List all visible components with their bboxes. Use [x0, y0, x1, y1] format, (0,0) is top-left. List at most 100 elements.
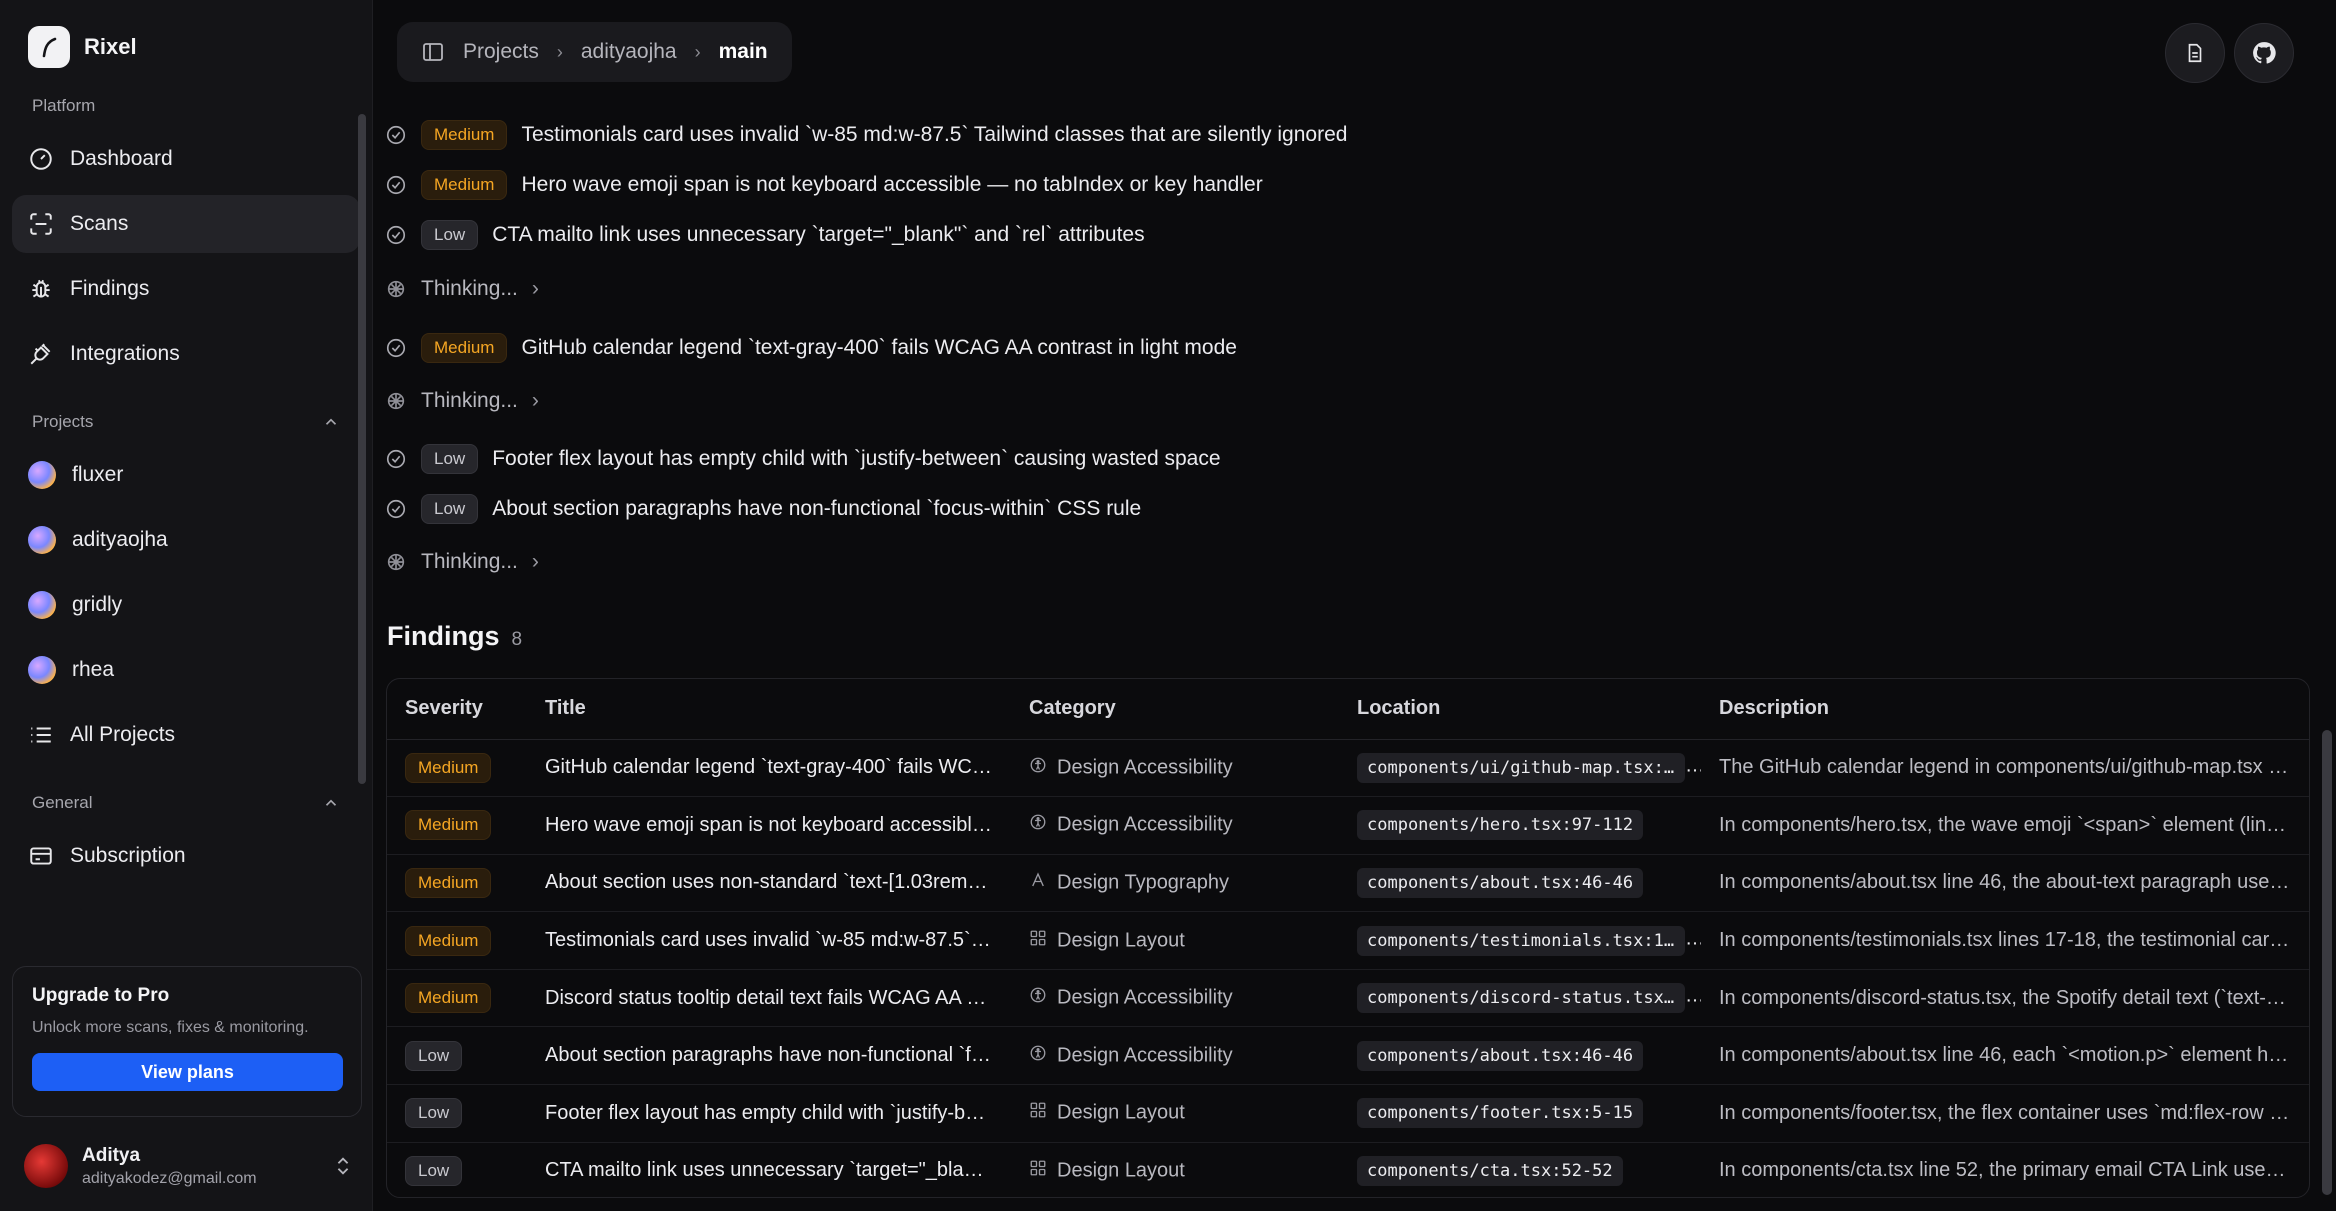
sidebar-item-project-fluxer[interactable]: fluxer	[12, 446, 360, 504]
sidebar-item-all-projects[interactable]: All Projects	[12, 706, 360, 764]
breadcrumb-branch[interactable]: main	[719, 40, 768, 64]
finding-location[interactable]: components/testimonials.tsx:17-18	[1357, 925, 1685, 956]
finding-title: Discord status tooltip detail text fails…	[527, 969, 1011, 1028]
finding-location[interactable]: components/about.tsx:46-46	[1357, 1040, 1644, 1071]
accessibility-icon	[1029, 1044, 1047, 1068]
sidebar-item-project-adityaojha[interactable]: adityaojha	[12, 511, 360, 569]
check-circle-icon	[386, 125, 406, 145]
projects-label: Projects	[32, 412, 94, 431]
chevron-right-icon[interactable]: ›	[532, 550, 539, 574]
sidebar-item-label: Scans	[70, 212, 129, 235]
sidebar-scrollbar[interactable]	[358, 114, 366, 784]
sidebar-item-subscription[interactable]: Subscription	[12, 827, 360, 885]
column-header[interactable]: Category	[1011, 679, 1339, 740]
column-header[interactable]: Description	[1701, 679, 2309, 740]
log-finding: Low CTA mailto link uses unnecessary `ta…	[385, 220, 1145, 250]
layout-icon	[1029, 1101, 1047, 1125]
chevron-up-icon[interactable]	[322, 794, 340, 812]
github-button[interactable]	[2234, 23, 2294, 83]
finding-description: The GitHub calendar legend in components…	[1701, 739, 2309, 798]
accessibility-icon	[1029, 813, 1047, 837]
log-finding: Medium Hero wave emoji span is not keybo…	[385, 170, 1263, 200]
upgrade-subtitle: Unlock more scans, fixes & monitoring.	[32, 1019, 309, 1036]
user-menu[interactable]: Aditya adityakodez@gmail.com	[24, 1138, 354, 1194]
project-avatar	[28, 656, 56, 684]
findings-count: 8	[511, 629, 523, 650]
category-label: Design Accessibility	[1057, 986, 1233, 1009]
log-thinking[interactable]: Thinking... ›	[385, 389, 539, 413]
log-text: CTA mailto link uses unnecessary `target…	[492, 223, 1145, 246]
project-avatar	[28, 526, 56, 554]
main-content: Projects › adityaojha › main Medium Test…	[373, 0, 2336, 1211]
breadcrumb-project[interactable]: adityaojha	[581, 40, 677, 64]
typography-icon	[1029, 871, 1047, 895]
user-email: adityakodez@gmail.com	[82, 1169, 257, 1187]
chevron-right-icon[interactable]: ›	[532, 389, 539, 413]
severity-badge: Low	[405, 1098, 463, 1129]
sidebar-item-findings[interactable]: Findings	[12, 260, 360, 318]
upgrade-title: Upgrade to Pro	[32, 985, 170, 1006]
thinking-label: Thinking...	[421, 277, 518, 300]
sidebar-item-project-gridly[interactable]: gridly	[12, 576, 360, 634]
brain-icon	[387, 392, 405, 410]
chevron-up-down-icon[interactable]	[332, 1155, 354, 1177]
projects-section-label[interactable]: Projects	[0, 412, 372, 432]
general-nav: Subscription	[0, 827, 372, 892]
chevron-up-icon[interactable]	[322, 413, 340, 431]
table-row[interactable]: Medium About section uses non-standard `…	[387, 854, 2309, 913]
finding-location[interactable]: components/cta.tsx:52-52	[1357, 1155, 1623, 1186]
finding-location[interactable]: components/ui/github-map.tsx:12-18	[1357, 752, 1685, 783]
sidebar-item-label: Integrations	[70, 342, 180, 365]
finding-title: Testimonials card uses invalid `w-85 md:…	[527, 911, 1011, 970]
severity-badge: Medium	[421, 120, 508, 150]
log-finding: Low Footer flex layout has empty child w…	[385, 444, 1221, 474]
upgrade-card: Upgrade to Pro Unlock more scans, fixes …	[12, 966, 362, 1117]
table-row[interactable]: Medium Hero wave emoji span is not keybo…	[387, 796, 2309, 855]
sidebar-item-project-rhea[interactable]: rhea	[12, 641, 360, 699]
chevron-right-icon[interactable]: ›	[532, 277, 539, 301]
layout-icon	[1029, 1159, 1047, 1183]
sidebar-item-dashboard[interactable]: Dashboard	[12, 130, 360, 188]
finding-location[interactable]: components/hero.tsx:97-112	[1357, 810, 1644, 841]
finding-category: Design Accessibility	[1011, 969, 1339, 1028]
column-header[interactable]: Title	[527, 679, 1011, 740]
breadcrumb-projects[interactable]: Projects	[463, 40, 539, 64]
finding-title: About section uses non-standard `text-[1…	[527, 854, 1011, 913]
general-section-label[interactable]: General	[0, 793, 372, 813]
table-row[interactable]: Medium Testimonials card uses invalid `w…	[387, 911, 2309, 970]
table-row[interactable]: Medium Discord status tooltip detail tex…	[387, 969, 2309, 1028]
category-label: Design Layout	[1057, 1101, 1185, 1124]
finding-location[interactable]: components/footer.tsx:5-15	[1357, 1098, 1644, 1129]
finding-title: GitHub calendar legend `text-gray-400` f…	[527, 739, 1011, 798]
rixel-logo-icon	[28, 26, 70, 68]
table-row[interactable]: Low CTA mailto link uses unnecessary `ta…	[387, 1142, 2309, 1197]
sidebar-item-integrations[interactable]: Integrations	[12, 325, 360, 383]
card-icon	[30, 847, 52, 865]
chevron-right-icon: ›	[556, 41, 563, 62]
platform-section-label: Platform	[0, 96, 372, 116]
log-thinking[interactable]: Thinking... ›	[385, 277, 539, 301]
brand[interactable]: Rixel	[0, 0, 372, 88]
view-plans-button[interactable]: View plans	[32, 1053, 343, 1091]
severity-badge: Medium	[405, 752, 492, 783]
main-scrollbar[interactable]	[2322, 730, 2332, 1195]
finding-description: In components/about.tsx line 46, the abo…	[1701, 854, 2309, 913]
table-row[interactable]: Low About section paragraphs have non-fu…	[387, 1026, 2309, 1086]
column-header[interactable]: Location	[1339, 679, 1701, 740]
gauge-icon	[30, 148, 52, 170]
docs-button[interactable]	[2165, 23, 2225, 83]
log-finding: Low About section paragraphs have non-fu…	[385, 494, 1141, 524]
finding-location[interactable]: components/about.tsx:46-46	[1357, 867, 1644, 898]
log-text: Hero wave emoji span is not keyboard acc…	[521, 173, 1263, 196]
category-label: Design Layout	[1057, 928, 1185, 951]
brand-name: Rixel	[84, 34, 137, 59]
check-circle-icon	[386, 449, 406, 469]
column-header[interactable]: Severity	[387, 679, 527, 740]
accessibility-icon	[1029, 756, 1047, 780]
finding-location[interactable]: components/discord-status.tsx:40-44	[1357, 983, 1685, 1014]
sidebar-item-scans[interactable]: Scans	[12, 195, 360, 253]
table-row[interactable]: Medium GitHub calendar legend `text-gray…	[387, 739, 2309, 798]
log-thinking[interactable]: Thinking... ›	[385, 550, 539, 574]
sidebar-toggle-icon[interactable]	[421, 40, 445, 64]
table-row[interactable]: Low Footer flex layout has empty child w…	[387, 1084, 2309, 1143]
